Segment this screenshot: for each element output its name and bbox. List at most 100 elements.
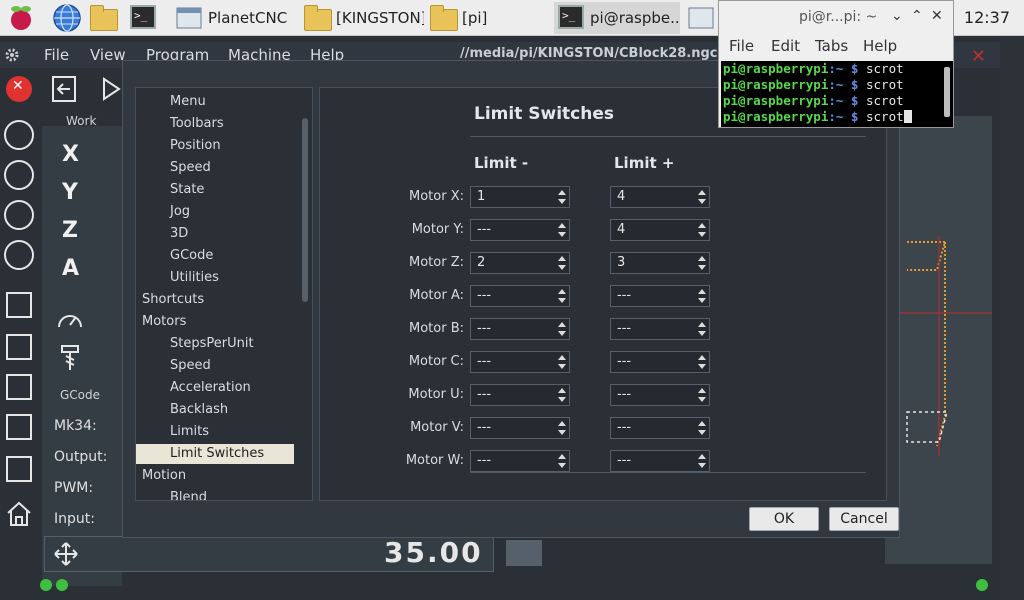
tree-item[interactable]: Backlash bbox=[136, 400, 294, 420]
menu-file[interactable]: File bbox=[44, 46, 69, 64]
spin-arrows-icon[interactable] bbox=[558, 453, 566, 469]
tree-item[interactable]: State bbox=[136, 180, 294, 200]
spin-arrows-icon[interactable] bbox=[558, 255, 566, 271]
web-browser-icon[interactable] bbox=[52, 3, 82, 33]
limit-minus-spinbox[interactable]: --- bbox=[470, 384, 570, 406]
limit-plus-spinbox[interactable]: 4 bbox=[610, 219, 710, 241]
limit-plus-spinbox[interactable]: --- bbox=[610, 417, 710, 439]
raspberry-menu-icon[interactable] bbox=[6, 3, 36, 33]
tree-item[interactable]: Menu bbox=[136, 92, 294, 112]
tree-item[interactable]: Limits bbox=[136, 422, 294, 442]
clock[interactable]: 12:37 bbox=[964, 8, 1010, 27]
terminal-output[interactable]: pi@raspberrypi:~ $ scrot pi@raspberrypi:~… bbox=[721, 61, 953, 127]
home-target-icon[interactable] bbox=[4, 120, 34, 150]
limit-minus-spinbox[interactable]: --- bbox=[470, 450, 570, 472]
spin-arrows-icon[interactable] bbox=[698, 288, 706, 304]
tree-item[interactable]: Speed bbox=[136, 356, 294, 376]
spin-arrows-icon[interactable] bbox=[558, 321, 566, 337]
taskbar-window-overflow[interactable] bbox=[684, 2, 714, 34]
tree-item[interactable]: Limit Switches bbox=[136, 444, 294, 464]
tree-item[interactable]: Shortcuts bbox=[136, 290, 294, 310]
limit-plus-spinbox[interactable]: --- bbox=[610, 351, 710, 373]
cancel-button[interactable]: Cancel bbox=[829, 507, 899, 531]
spin-arrows-icon[interactable] bbox=[698, 453, 706, 469]
tree-scrollbar[interactable] bbox=[302, 118, 308, 302]
tree-item[interactable]: Blend bbox=[136, 488, 294, 500]
terminal-launcher-icon[interactable]: >_ bbox=[130, 5, 160, 35]
tree-item[interactable]: Toolbars bbox=[136, 114, 294, 134]
tree-item[interactable]: 3D bbox=[136, 224, 294, 244]
spin-arrows-icon[interactable] bbox=[558, 354, 566, 370]
limit-plus-spinbox[interactable]: --- bbox=[610, 450, 710, 472]
axis-y-label[interactable]: Y bbox=[62, 180, 78, 205]
taskbar-window-pi[interactable]: [pi] bbox=[426, 2, 550, 34]
limit-plus-spinbox[interactable]: --- bbox=[610, 384, 710, 406]
limit-plus-spinbox[interactable]: --- bbox=[610, 285, 710, 307]
spin-arrows-icon[interactable] bbox=[558, 288, 566, 304]
tree-item[interactable]: Motion bbox=[136, 466, 294, 486]
taskbar-window-planetcnc[interactable]: PlanetCNC bbox=[172, 2, 296, 34]
g30-target-icon[interactable] bbox=[4, 240, 34, 270]
spin-arrows-icon[interactable] bbox=[698, 189, 706, 205]
terminal-menu-help[interactable]: Help bbox=[863, 37, 897, 55]
limit-minus-spinbox[interactable]: --- bbox=[470, 285, 570, 307]
terminal-menu-edit[interactable]: Edit bbox=[771, 37, 800, 55]
limit-plus-spinbox[interactable]: 3 bbox=[610, 252, 710, 274]
spin-arrows-icon[interactable] bbox=[558, 420, 566, 436]
tree-item[interactable]: Speed bbox=[136, 158, 294, 178]
tree-item[interactable]: Acceleration bbox=[136, 378, 294, 398]
tab-work[interactable]: Work bbox=[66, 114, 96, 128]
limit-plus-spinbox[interactable]: 4 bbox=[610, 186, 710, 208]
tree-item[interactable]: Utilities bbox=[136, 268, 294, 288]
spin-arrows-icon[interactable] bbox=[698, 387, 706, 403]
terminal-menu-file[interactable]: File bbox=[729, 37, 754, 55]
menu-view[interactable]: View bbox=[90, 46, 126, 64]
exit-icon[interactable] bbox=[50, 74, 80, 104]
g28-target-icon[interactable] bbox=[4, 200, 34, 230]
limit-minus-spinbox[interactable]: 1 bbox=[470, 186, 570, 208]
limit-minus-spinbox[interactable]: 2 bbox=[470, 252, 570, 274]
spin-arrows-icon[interactable] bbox=[558, 387, 566, 403]
spin-arrows-icon[interactable] bbox=[698, 222, 706, 238]
spin-arrows-icon[interactable] bbox=[698, 354, 706, 370]
close-icon[interactable]: ✕ bbox=[931, 8, 943, 24]
limit-minus-spinbox[interactable]: --- bbox=[470, 351, 570, 373]
limit-minus-spinbox[interactable]: --- bbox=[470, 318, 570, 340]
tree-item[interactable]: Position bbox=[136, 136, 294, 156]
limit-minus-spinbox[interactable]: --- bbox=[470, 417, 570, 439]
tree-item[interactable]: StepsPerUnit bbox=[136, 334, 294, 354]
taskbar-window-kingston[interactable]: [KINGSTON] bbox=[300, 2, 424, 34]
home-icon[interactable] bbox=[5, 500, 33, 528]
terminal-titlebar[interactable]: pi@r...pi: ~ ⌄ ⌃ ✕ bbox=[719, 1, 953, 33]
maximize-icon[interactable]: ⌃ bbox=[911, 8, 923, 24]
file-manager-icon[interactable] bbox=[90, 5, 120, 39]
spin-arrows-icon[interactable] bbox=[698, 420, 706, 436]
zero-xy-icon[interactable] bbox=[6, 334, 32, 360]
close-icon[interactable]: ✕ bbox=[971, 46, 986, 67]
stop-button[interactable]: ✕ bbox=[6, 76, 32, 102]
measure-icon[interactable] bbox=[6, 414, 32, 440]
limit-plus-spinbox[interactable]: --- bbox=[610, 318, 710, 340]
spin-arrows-icon[interactable] bbox=[698, 255, 706, 271]
play-icon[interactable] bbox=[100, 76, 122, 102]
spin-arrows-icon[interactable] bbox=[558, 189, 566, 205]
tool-measure-icon[interactable] bbox=[6, 456, 32, 482]
zero-z-icon[interactable] bbox=[6, 374, 32, 400]
taskbar-window-terminal[interactable]: >_ pi@raspbe... bbox=[554, 2, 680, 34]
axis-a-label[interactable]: A bbox=[62, 256, 79, 281]
minimize-icon[interactable]: ⌄ bbox=[891, 8, 903, 24]
zero-xyz-icon[interactable] bbox=[6, 292, 32, 318]
axis-z-label[interactable]: Z bbox=[62, 218, 78, 243]
terminal-scrollbar[interactable] bbox=[944, 67, 950, 117]
terminal-menu-tabs[interactable]: Tabs bbox=[815, 37, 848, 55]
tree-item[interactable]: Jog bbox=[136, 202, 294, 222]
tree-item[interactable]: Motors bbox=[136, 312, 294, 332]
3d-viewport[interactable] bbox=[885, 116, 992, 564]
xy-target-icon[interactable] bbox=[4, 160, 34, 190]
spin-arrows-icon[interactable] bbox=[698, 321, 706, 337]
spin-arrows-icon[interactable] bbox=[558, 222, 566, 238]
gear-icon[interactable] bbox=[4, 47, 20, 63]
tree-item[interactable]: GCode bbox=[136, 246, 294, 266]
ok-button[interactable]: OK bbox=[749, 507, 819, 531]
tab-gcode[interactable]: GCode bbox=[60, 388, 100, 402]
